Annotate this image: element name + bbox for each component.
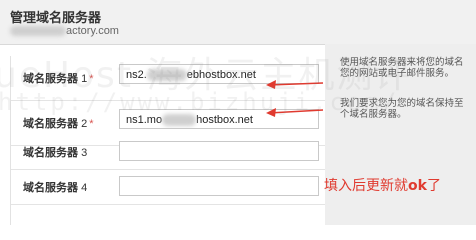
nameserver-label-text: 域名服务器 xyxy=(23,73,78,85)
help-text-1-line-1: 使用域名服务器来将您的域名 xyxy=(340,57,464,68)
nameserver-row-3: 域名服务器 3 xyxy=(11,135,325,170)
nameserver-row-4: 域名服务器 4 xyxy=(11,170,325,205)
help-text-2-line-2: 个域名服务器。 xyxy=(340,109,407,120)
help-panel: 使用域名服务器来将您的域名 您的网站或电子邮件服务。 我们要求您为您的域名保持至… xyxy=(325,44,476,225)
dialog-title: 管理域名服务器 xyxy=(10,10,102,25)
annotation-ok: ok xyxy=(408,178,427,194)
annotation-note: 填入后更新就ok了 xyxy=(324,175,441,195)
help-text-1-line-2: 您的网站或电子邮件服务。 xyxy=(340,68,455,79)
nameserver-4-input[interactable] xyxy=(119,176,319,196)
nameserver-2-value-prefix: ns1.mo xyxy=(126,114,163,126)
nameserver-label-3: 域名服务器 3 xyxy=(23,144,87,160)
nameserver-label-1: 域名服务器 1 * xyxy=(23,70,93,86)
domain-name-label: actory.com xyxy=(10,25,119,37)
nameserver-row-5 xyxy=(11,205,325,225)
nameserver-label-num: 4 xyxy=(81,182,88,194)
required-marker: * xyxy=(89,118,94,130)
required-marker: * xyxy=(89,73,94,85)
annotation-arrow-2-icon xyxy=(266,108,324,117)
annotation-arrow-1-icon xyxy=(266,80,324,89)
annotation-text: 填入后更新就 xyxy=(324,178,408,194)
annotation-suffix: 了 xyxy=(426,178,441,194)
domain-name-suffix: actory.com xyxy=(66,25,119,37)
redacted-value xyxy=(146,69,187,82)
nameserver-1-value-suffix: ebhostbox.net xyxy=(186,69,256,81)
nameserver-2-value-suffix: hostbox.net xyxy=(196,114,253,126)
nameserver-label-2: 域名服务器 2 * xyxy=(23,115,93,131)
nameserver-label-text: 域名服务器 xyxy=(23,147,78,159)
nameserver-1-value-prefix: ns2. xyxy=(126,69,147,81)
nameserver-label-4: 域名服务器 4 xyxy=(23,179,87,195)
nameserver-label-num: 1 xyxy=(81,73,88,85)
dialog-header: 管理域名服务器 actory.com xyxy=(0,0,476,45)
nameserver-3-input[interactable] xyxy=(119,141,319,161)
redacted-value xyxy=(162,114,197,127)
redacted-domain-prefix xyxy=(10,26,66,37)
help-text-2-line-1: 我们要求您为您的域名保持至 xyxy=(340,98,464,109)
help-text-1: 使用域名服务器来将您的域名 您的网站或电子邮件服务。 xyxy=(340,57,464,79)
nameserver-label-num: 3 xyxy=(81,147,88,159)
nameserver-label-num: 2 xyxy=(81,118,88,130)
nameserver-label-text: 域名服务器 xyxy=(23,182,78,194)
help-text-2: 我们要求您为您的域名保持至 个域名服务器。 xyxy=(340,98,464,120)
nameserver-label-text: 域名服务器 xyxy=(23,118,78,130)
